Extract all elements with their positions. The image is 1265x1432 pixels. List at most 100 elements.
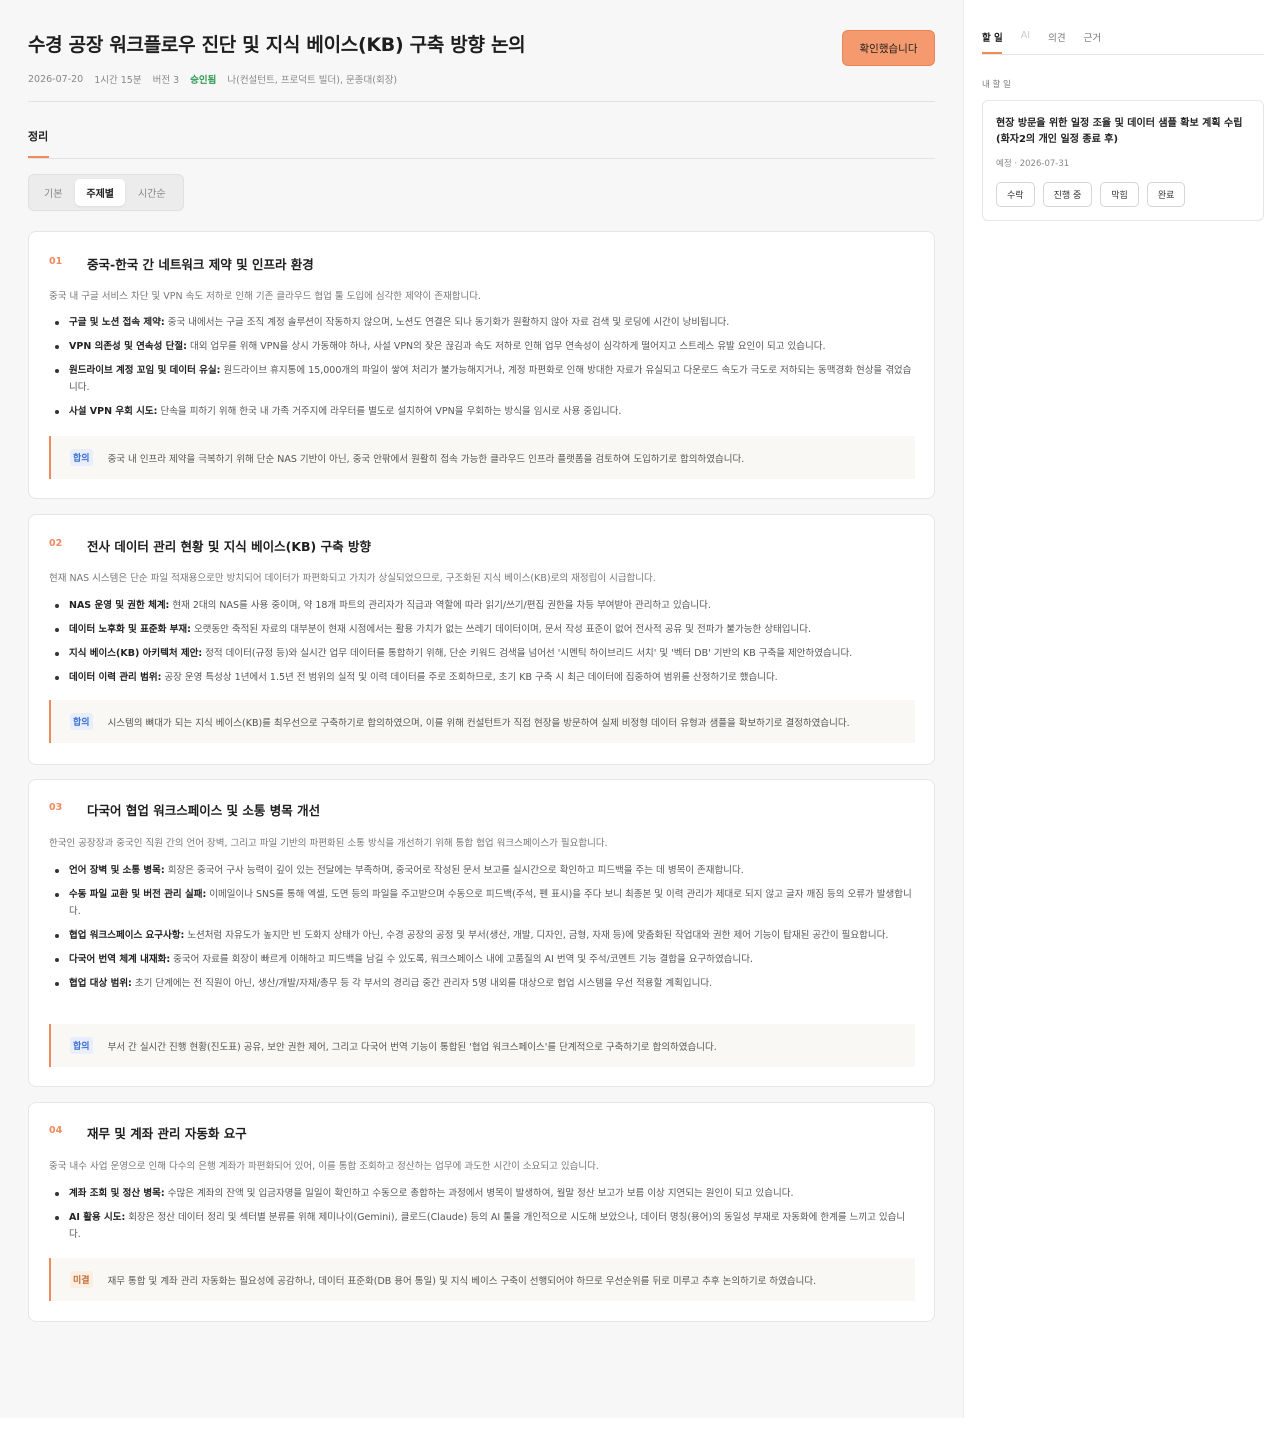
bullet-label: 지식 베이스(KB) 아키텍처 제안: bbox=[69, 648, 203, 659]
unresolved-badge: 미결 bbox=[70, 1271, 93, 1288]
topic-description: 중국 내수 사업 운영으로 인해 다수의 은행 계좌가 파편화되어 있어, 이를… bbox=[49, 1161, 599, 1172]
bullet-text: 회장은 중국어 구사 능력이 깊이 있는 전달에는 부족하며, 중국어로 작성된… bbox=[164, 865, 744, 876]
page-title: 수경 공장 워크플로우 진단 및 지식 베이스(KB) 구축 방향 논의 bbox=[28, 34, 526, 56]
in-progress-button[interactable]: 진행 중 bbox=[1042, 182, 1093, 207]
topic-bullets: 언어 장벽 및 소통 병목: 회장은 중국어 구사 능력이 깊이 있는 전달에는… bbox=[49, 862, 915, 992]
view-mode-chronological[interactable]: 시간순 bbox=[127, 179, 177, 206]
bullet-text: 현재 2대의 NAS를 사용 중이며, 약 18개 파트의 관리자가 직급과 역… bbox=[169, 600, 711, 611]
sidebar-tab-ai[interactable]: AI bbox=[1021, 30, 1030, 44]
blocked-button[interactable]: 막힘 bbox=[1100, 182, 1139, 207]
bullet-item: 협업 대상 범위: 초기 단계에는 전 직원이 아닌, 생산/개발/자재/총무 … bbox=[49, 975, 915, 992]
sidebar-tab-evidence[interactable]: 근거 bbox=[1084, 30, 1101, 44]
unresolved-text: 재무 통합 및 계좌 관리 자동화는 필요성에 공감하나, 데이터 표준화(DB… bbox=[107, 1275, 817, 1287]
topic-description: 현재 NAS 시스템은 단순 파일 적재용으로만 방치되어 데이터가 파편화되고… bbox=[49, 573, 656, 584]
topic-title: 재무 및 계좌 관리 자동화 요구 bbox=[87, 1126, 247, 1141]
todo-card: 현장 방문을 위한 일정 조율 및 데이터 샘플 확보 계획 수립 (화자2의 … bbox=[982, 100, 1264, 221]
tab-summary[interactable]: 정리 bbox=[28, 128, 48, 144]
agreement-badge: 합의 bbox=[70, 713, 93, 730]
bullet-label: NAS 운영 및 권한 체계: bbox=[69, 600, 170, 611]
topic-description: 중국 내 구글 서비스 차단 및 VPN 속도 저하로 인해 기존 클라우드 협… bbox=[49, 291, 482, 302]
topic-bullets: 구글 및 노션 접속 제약: 중국 내에서는 구글 조직 계정 솔루션이 작동하… bbox=[49, 314, 915, 420]
bullet-label: 다국어 번역 체계 내재화: bbox=[69, 954, 171, 965]
bullet-item: 수동 파일 교환 및 버전 관리 실패: 이메일이나 SNS를 통해 엑셀, 도… bbox=[49, 886, 915, 920]
bullet-text: 공장 운영 특성상 1년에서 1.5년 전 범위의 실적 및 이력 데이터를 주… bbox=[161, 672, 778, 683]
bullet-text: 오랫동안 축적된 자료의 대부분이 현재 시점에서는 활용 가치가 없는 쓰레기… bbox=[190, 624, 811, 635]
bullet-label: 구글 및 노션 접속 제약: bbox=[69, 317, 165, 328]
topic-card: 04 재무 및 계좌 관리 자동화 요구 중국 내수 사업 운영으로 인해 다수… bbox=[28, 1102, 935, 1322]
todo-actions: 수락 진행 중 막힘 완료 bbox=[996, 182, 1186, 207]
unresolved-note: 미결 재무 통합 및 계좌 관리 자동화는 필요성에 공감하나, 데이터 표준화… bbox=[49, 1258, 915, 1301]
sidebar-tab-todo[interactable]: 할 일 bbox=[982, 30, 1003, 44]
bullet-item: AI 활용 시도: 회장은 정산 데이터 정리 및 섹터별 분류를 위해 제미나… bbox=[49, 1209, 915, 1243]
sidebar-tab-comments[interactable]: 의견 bbox=[1048, 30, 1065, 44]
topic-title: 전사 데이터 관리 현황 및 지식 베이스(KB) 구축 방향 bbox=[87, 539, 371, 554]
confirm-button[interactable]: 확인했습니다 bbox=[842, 30, 935, 66]
view-mode-basic[interactable]: 기본 bbox=[33, 179, 73, 206]
todo-due: 예정 · 2026-07-31 bbox=[996, 159, 1070, 169]
sidebar-tabs: 할 일 AI 의견 근거 bbox=[982, 30, 1101, 44]
topic-bullets: NAS 운영 및 권한 체계: 현재 2대의 NAS를 사용 중이며, 약 18… bbox=[49, 597, 915, 686]
right-sidebar: 할 일 AI 의견 근거 내 할 일 현장 방문을 위한 일정 조율 및 데이터… bbox=[963, 0, 1265, 1418]
bullet-text: 중국 내에서는 구글 조직 계정 솔루션이 작동하지 않으며, 노션도 연결은 … bbox=[164, 317, 730, 328]
topic-bullets: 계좌 조회 및 정산 병목: 수많은 계좌의 잔액 및 입금자명을 일일이 확인… bbox=[49, 1185, 915, 1243]
bullet-item: NAS 운영 및 권한 체계: 현재 2대의 NAS를 사용 중이며, 약 18… bbox=[49, 597, 915, 614]
todo-title: 현장 방문을 위한 일정 조율 및 데이터 샘플 확보 계획 수립 (화자2의 … bbox=[996, 118, 1243, 145]
topic-number: 01 bbox=[49, 256, 63, 267]
bullet-label: 계좌 조회 및 정산 병목: bbox=[69, 1188, 165, 1199]
bullet-label: 사설 VPN 우회 시도: bbox=[69, 406, 158, 417]
bullet-label: 협업 대상 범위: bbox=[69, 978, 132, 989]
topic-title: 다국어 협업 워크스페이스 및 소통 병목 개선 bbox=[87, 803, 321, 818]
topic-description: 한국인 공장장과 중국인 직원 간의 언어 장벽, 그리고 파일 기반의 파편화… bbox=[49, 838, 608, 849]
topic-title: 중국-한국 간 네트워크 제약 및 인프라 환경 bbox=[87, 257, 314, 272]
meeting-meta: 2026-07-20 1시간 15분 버전 3 승인됨 나(컨설턴트, 프로덕트… bbox=[28, 72, 398, 87]
meeting-duration: 1시간 15분 bbox=[94, 75, 142, 86]
bullet-text: 단속을 피하기 위해 한국 내 가족 거주지에 라우터를 별도로 설치하여 VP… bbox=[157, 406, 622, 417]
agreement-badge: 합의 bbox=[70, 1037, 93, 1054]
main-content: 수경 공장 워크플로우 진단 및 지식 베이스(KB) 구축 방향 논의 202… bbox=[0, 0, 963, 1418]
bullet-label: AI 활용 시도: bbox=[69, 1212, 126, 1223]
bullet-label: 원드라이브 계정 꼬임 및 데이터 유실: bbox=[69, 365, 221, 376]
bullet-item: 지식 베이스(KB) 아키텍처 제안: 정적 데이터(규정 등)와 실시간 업무… bbox=[49, 645, 915, 662]
agreement-text: 부서 간 실시간 진행 현황(진도표) 공유, 보안 권한 제어, 그리고 다국… bbox=[107, 1041, 717, 1053]
topic-number: 03 bbox=[49, 802, 63, 813]
bullet-item: 원드라이브 계정 꼬임 및 데이터 유실: 원드라이브 휴지통에 15,000개… bbox=[49, 362, 915, 396]
sidebar-divider bbox=[982, 54, 1264, 55]
topic-number: 04 bbox=[49, 1125, 63, 1136]
status-badge: 승인됨 bbox=[190, 75, 217, 86]
agreement-text: 시스템의 뼈대가 되는 지식 베이스(KB)를 최우선으로 구축하기로 합의하였… bbox=[107, 717, 850, 729]
bullet-text: 초기 단계에는 전 직원이 아닌, 생산/개발/자재/총무 등 각 부서의 경리… bbox=[131, 978, 713, 989]
view-mode-by-topic[interactable]: 주제별 bbox=[75, 179, 126, 206]
bullet-label: 데이터 이력 관리 범위: bbox=[69, 672, 162, 683]
bullet-item: 데이터 이력 관리 범위: 공장 운영 특성상 1년에서 1.5년 전 범위의 … bbox=[49, 669, 915, 686]
meeting-date: 2026-07-20 bbox=[28, 73, 84, 85]
participants: 나(컨설턴트, 프로덕트 빌더), 문종대(회장) bbox=[227, 75, 398, 86]
bullet-item: 언어 장벽 및 소통 병목: 회장은 중국어 구사 능력이 깊이 있는 전달에는… bbox=[49, 862, 915, 879]
topic-card: 03 다국어 협업 워크스페이스 및 소통 병목 개선 한국인 공장장과 중국인… bbox=[28, 779, 935, 1087]
tab-divider bbox=[28, 158, 935, 159]
bullet-item: 사설 VPN 우회 시도: 단속을 피하기 위해 한국 내 가족 거주지에 라우… bbox=[49, 403, 915, 420]
topic-number: 02 bbox=[49, 538, 63, 549]
agreement-badge: 합의 bbox=[70, 449, 93, 466]
done-button[interactable]: 완료 bbox=[1146, 182, 1186, 207]
bullet-label: 협업 워크스페이스 요구사항: bbox=[69, 930, 185, 941]
bullet-item: 다국어 번역 체계 내재화: 중국어 자료를 회장이 빠르게 이해하고 피드백을… bbox=[49, 951, 915, 968]
agreement-note: 합의 시스템의 뼈대가 되는 지식 베이스(KB)를 최우선으로 구축하기로 합… bbox=[49, 700, 915, 743]
meeting-version: 버전 3 bbox=[152, 75, 180, 86]
bullet-item: 협업 워크스페이스 요구사항: 노션처럼 자유도가 높지만 빈 도화지 상태가 … bbox=[49, 927, 915, 944]
bullet-label: 언어 장벽 및 소통 병목: bbox=[69, 865, 165, 876]
bullet-label: VPN 의존성 및 연속성 단절: bbox=[69, 341, 187, 352]
bullet-item: 계좌 조회 및 정산 병목: 수많은 계좌의 잔액 및 입금자명을 일일이 확인… bbox=[49, 1185, 915, 1202]
bullet-item: VPN 의존성 및 연속성 단절: 대외 업무를 위해 VPN을 상시 가동해야… bbox=[49, 338, 915, 355]
accept-button[interactable]: 수락 bbox=[996, 182, 1035, 207]
bullet-text: 정적 데이터(규정 등)와 실시간 업무 데이터를 통합하기 위해, 단순 키워… bbox=[202, 648, 853, 659]
bullet-text: 수많은 계좌의 잔액 및 입금자명을 일일이 확인하고 수동으로 총합하는 과정… bbox=[164, 1188, 794, 1199]
bullet-text: 노션처럼 자유도가 높지만 빈 도화지 상태가 아닌, 수경 공장의 공정 및 … bbox=[184, 930, 889, 941]
bullet-item: 구글 및 노션 접속 제약: 중국 내에서는 구글 조직 계정 솔루션이 작동하… bbox=[49, 314, 915, 331]
bullet-text: 회장은 정산 데이터 정리 및 섹터별 분류를 위해 제미나이(Gemini),… bbox=[69, 1212, 906, 1240]
bullet-label: 데이터 노후화 및 표준화 부재: bbox=[69, 624, 191, 635]
agreement-note: 합의 부서 간 실시간 진행 현황(진도표) 공유, 보안 권한 제어, 그리고… bbox=[49, 1024, 915, 1067]
bullet-text: 대외 업무를 위해 VPN을 상시 가동해야 하나, 사설 VPN의 잦은 끊김… bbox=[186, 341, 826, 352]
topic-card: 01 중국-한국 간 네트워크 제약 및 인프라 환경 중국 내 구글 서비스 … bbox=[28, 231, 935, 499]
view-mode-toggle: 기본 주제별 시간순 bbox=[28, 174, 184, 211]
bullet-text: 중국어 자료를 회장이 빠르게 이해하고 피드백을 남길 수 있도록, 워크스페… bbox=[170, 954, 753, 965]
